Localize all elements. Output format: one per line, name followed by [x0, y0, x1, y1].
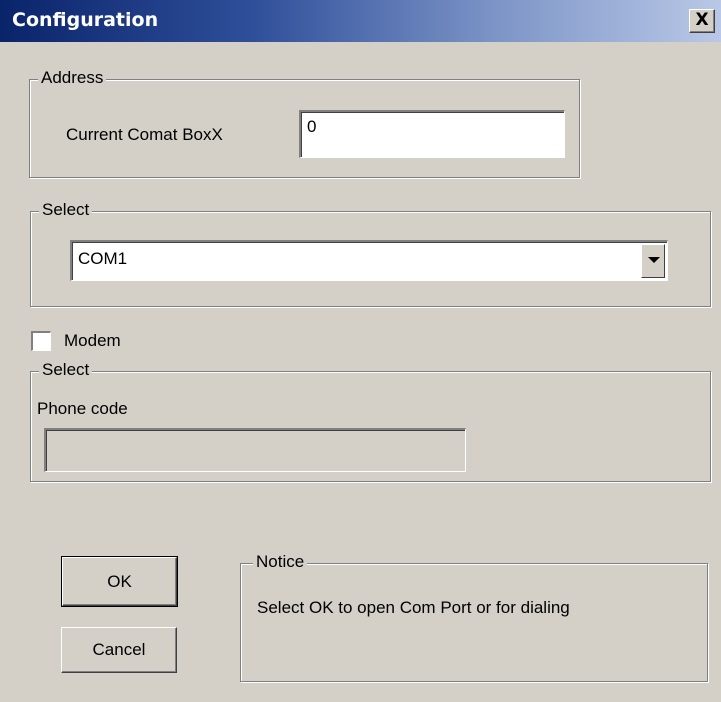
notice-group: Notice [240, 551, 708, 682]
configuration-dialog: Configuration X Address Current Comat Bo… [0, 0, 721, 702]
current-comat-box-input[interactable]: 0 [299, 110, 565, 158]
com-port-selected-value: COM1 [78, 249, 128, 268]
phone-legend: Select [39, 359, 93, 381]
cancel-button-label: Cancel [92, 640, 146, 659]
com-port-dropdown[interactable]: COM1 [70, 240, 668, 281]
window-title: Configuration [12, 9, 159, 31]
current-comat-box-label: Current Comat BoxX [66, 125, 223, 144]
modem-checkbox[interactable] [31, 331, 51, 351]
cancel-button[interactable]: Cancel [61, 627, 177, 673]
notice-legend: Notice [253, 551, 308, 573]
close-icon: X [695, 10, 709, 30]
modem-label[interactable]: Modem [64, 330, 121, 352]
close-button[interactable]: X [689, 9, 715, 33]
title-bar[interactable]: Configuration X [0, 0, 721, 42]
ok-button[interactable]: OK [61, 556, 178, 607]
phone-code-input[interactable] [44, 428, 466, 472]
current-comat-box-value: 0 [307, 117, 317, 136]
address-legend: Address [38, 67, 107, 89]
chevron-down-icon[interactable] [641, 244, 665, 278]
port-select-legend: Select [39, 199, 93, 221]
ok-button-label: OK [107, 572, 132, 591]
notice-text: Select OK to open Com Port or for dialin… [257, 598, 570, 617]
phone-code-label: Phone code [37, 399, 128, 418]
